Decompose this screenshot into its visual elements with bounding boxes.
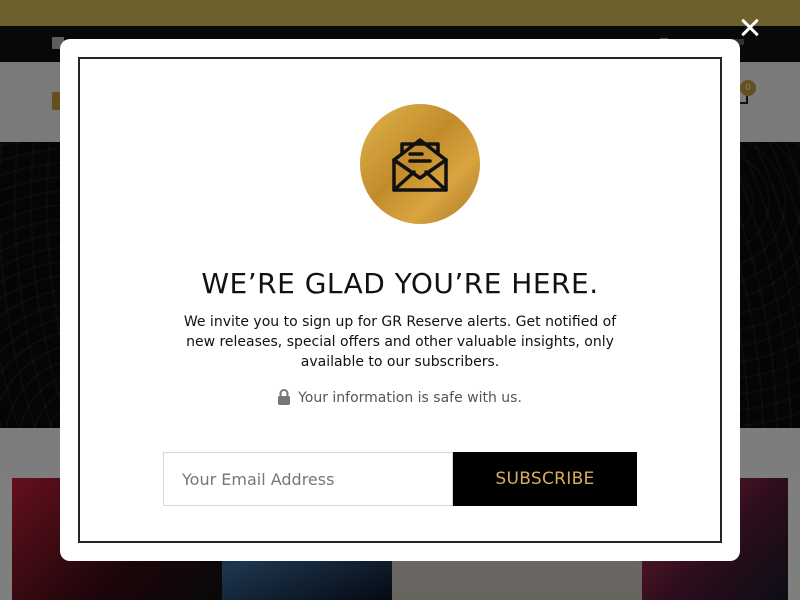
- privacy-note-text: Your information is safe with us.: [298, 390, 522, 406]
- lock-icon: [278, 389, 291, 405]
- envelope-badge: [360, 104, 480, 224]
- modal-description: We invite you to sign up for GR Reserve …: [183, 314, 617, 370]
- envelope-open-icon: [392, 138, 448, 192]
- newsletter-modal: WE’RE GLAD YOU’RE HERE. We invite you to…: [60, 39, 740, 561]
- close-button[interactable]: [736, 14, 764, 42]
- subscribe-form: SUBSCRIBE: [163, 452, 639, 506]
- email-field[interactable]: [163, 452, 453, 506]
- modal-title: WE’RE GLAD YOU’RE HERE.: [201, 267, 599, 300]
- modal-frame: WE’RE GLAD YOU’RE HERE. We invite you to…: [78, 57, 722, 543]
- subscribe-button[interactable]: SUBSCRIBE: [453, 452, 637, 506]
- privacy-note: Your information is safe with us.: [80, 389, 720, 406]
